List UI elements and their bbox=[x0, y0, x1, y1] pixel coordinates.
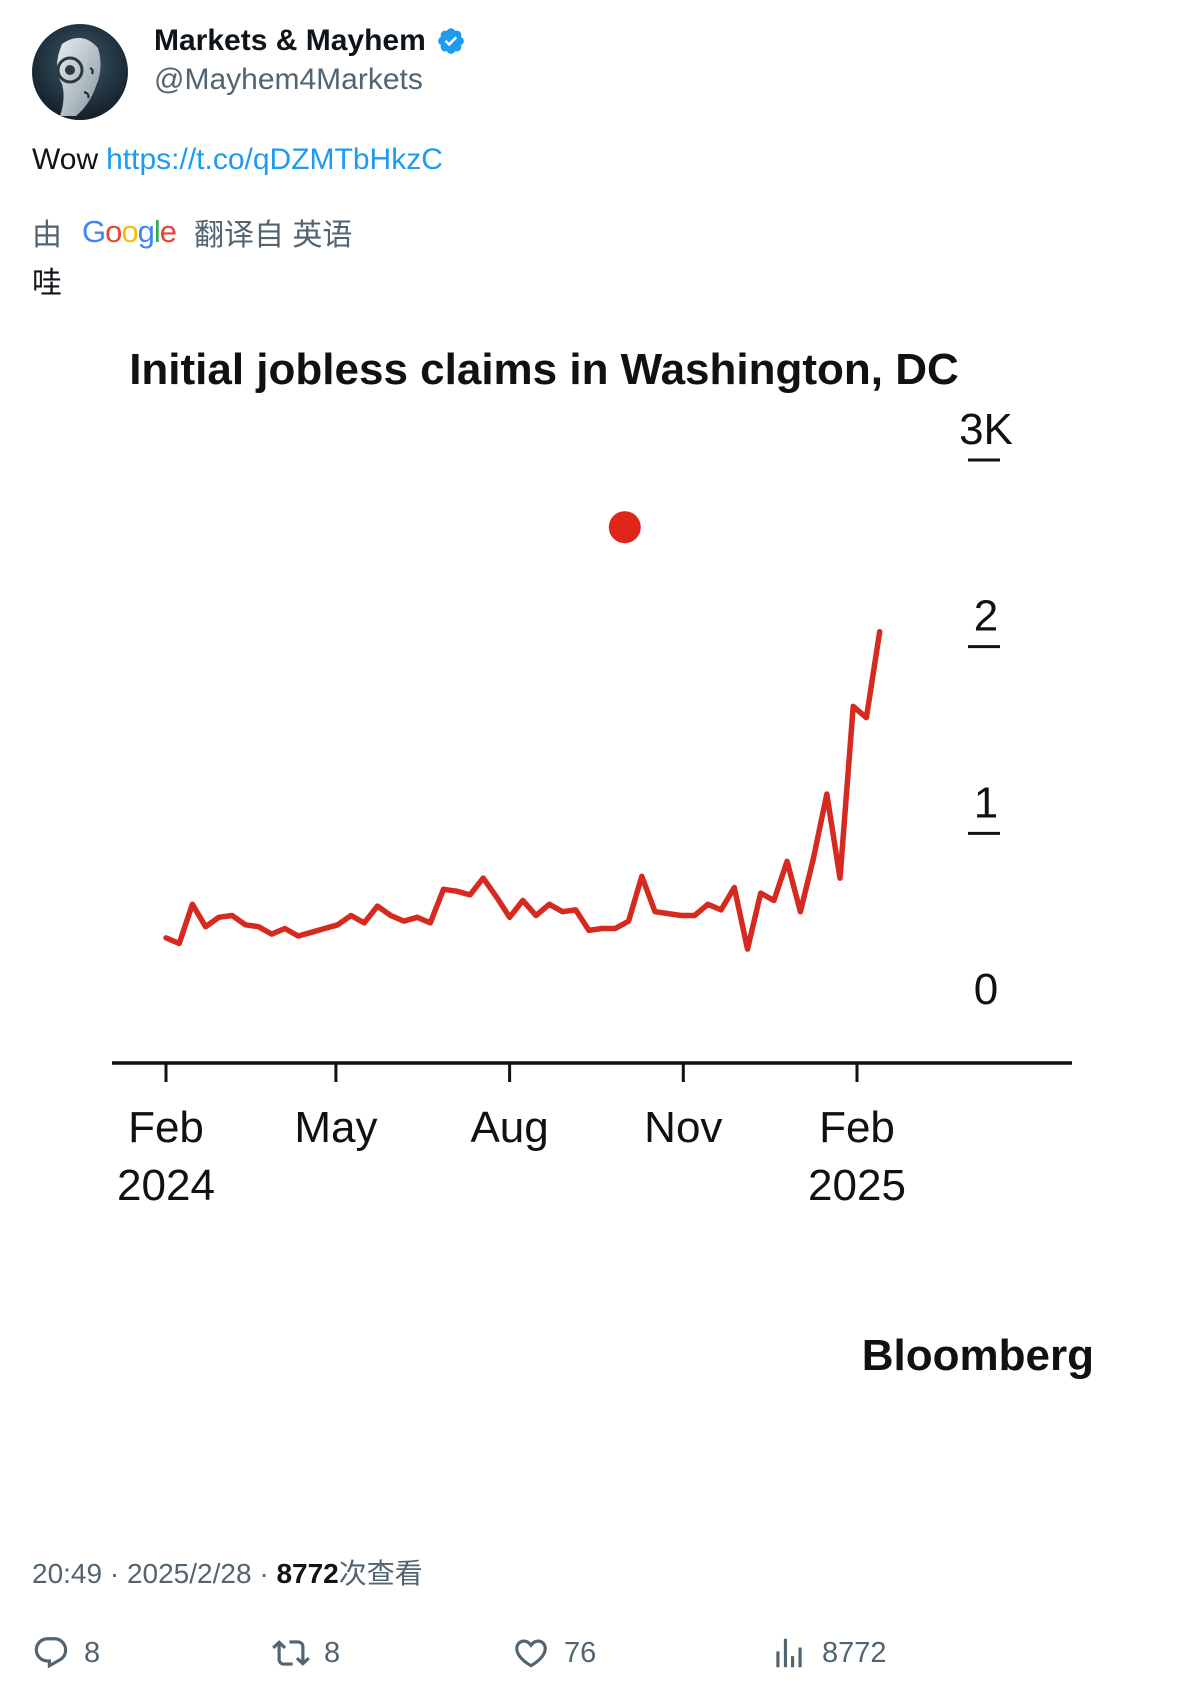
author-handle[interactable]: @Mayhem4Markets bbox=[154, 63, 423, 97]
translation-prefix: 由 bbox=[32, 219, 62, 252]
tweet-body: Wow bbox=[32, 143, 99, 176]
robot-face-avatar-icon bbox=[32, 24, 128, 120]
x-tick-label: Feb bbox=[128, 1103, 204, 1152]
x-tick-label: Aug bbox=[470, 1103, 548, 1152]
bar-chart-icon bbox=[776, 1638, 802, 1668]
highlight-point bbox=[608, 511, 641, 544]
x-tick-year-label: 2025 bbox=[808, 1161, 906, 1210]
google-logo-letter: G bbox=[82, 214, 106, 249]
tweet-meta: 20:49 · 2025/2/28 · 8772次查看 bbox=[32, 1552, 423, 1592]
repost-icon bbox=[272, 1640, 310, 1666]
reply-icon bbox=[34, 1637, 68, 1669]
tweet-image-chart[interactable]: Initial jobless claims in Washington, DC… bbox=[32, 320, 1172, 1520]
repost-button[interactable]: 8 bbox=[272, 1634, 340, 1672]
tweet-date[interactable]: 2025/2/28 bbox=[127, 1558, 252, 1589]
avatar[interactable] bbox=[32, 24, 128, 120]
translated-text: 哇 bbox=[32, 267, 62, 300]
y-axis-ticks: 0 1 2 3K bbox=[959, 405, 1013, 1014]
view-count: 8772 bbox=[276, 1558, 339, 1589]
like-button[interactable]: 76 bbox=[512, 1634, 596, 1672]
y-tick-label: 3K bbox=[959, 405, 1013, 454]
google-logo-letter: e bbox=[159, 214, 177, 249]
tweet-time[interactable]: 20:49 bbox=[32, 1558, 102, 1589]
x-tick-label: Feb bbox=[819, 1103, 895, 1152]
chart-source-label: Bloomberg bbox=[862, 1331, 1094, 1380]
verified-badge-icon bbox=[437, 28, 464, 54]
translation-suffix: 翻译自 英语 bbox=[194, 219, 353, 252]
view-count-label: 次查看 bbox=[338, 1558, 423, 1589]
y-tick-label: 2 bbox=[974, 592, 998, 641]
chart-title: Initial jobless claims in Washington, DC bbox=[129, 345, 959, 394]
meta-separator: · bbox=[251, 1558, 277, 1589]
views-count: 8772 bbox=[822, 1636, 887, 1669]
reply-count: 8 bbox=[84, 1636, 101, 1669]
y-tick-label: 0 bbox=[974, 965, 998, 1014]
author-name-text: Markets & Mayhem bbox=[154, 24, 426, 57]
google-logo-letter: o bbox=[121, 214, 138, 249]
reply-button[interactable]: 8 bbox=[32, 1634, 100, 1672]
x-tick-year-label: 2024 bbox=[117, 1161, 215, 1210]
meta-separator: · bbox=[102, 1558, 127, 1589]
x-axis-ticks: Feb 2024 May Aug Nov Feb 2025 bbox=[117, 1063, 906, 1210]
views-button[interactable]: 8772 bbox=[770, 1634, 887, 1672]
like-count: 76 bbox=[564, 1636, 597, 1669]
translation-attribution: 由 Google 翻译自 英语 bbox=[32, 210, 352, 254]
tweet-text: Wow https://t.co/qDZMTbHkzC bbox=[32, 143, 443, 177]
x-tick-label: Nov bbox=[644, 1103, 722, 1152]
chart-svg: Initial jobless claims in Washington, DC… bbox=[112, 345, 1094, 1380]
heart-icon bbox=[515, 1639, 547, 1668]
tweet-link[interactable]: https://t.co/qDZMTbHkzC bbox=[106, 143, 443, 176]
author-name[interactable]: Markets & Mayhem bbox=[154, 24, 466, 58]
google-logo: Google bbox=[82, 214, 177, 250]
series-line bbox=[163, 628, 883, 952]
y-tick-label: 1 bbox=[974, 778, 998, 827]
repost-count: 8 bbox=[324, 1636, 341, 1669]
x-tick-label: May bbox=[294, 1103, 377, 1152]
google-logo-letter: g bbox=[137, 214, 155, 249]
google-logo-letter: o bbox=[105, 214, 122, 249]
